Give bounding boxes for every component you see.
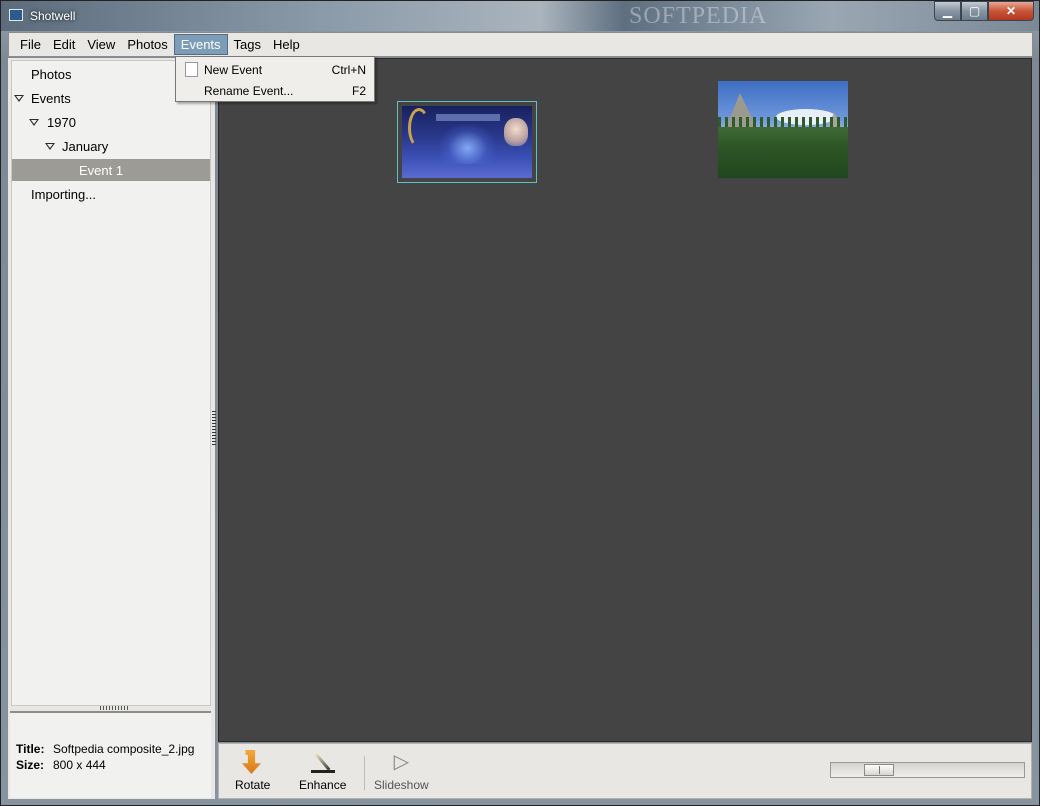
sidebar-resize-handle[interactable] (212, 411, 216, 447)
menu-file[interactable]: File (14, 34, 47, 55)
sidebar-item-january[interactable]: January (12, 135, 210, 157)
close-icon: ✕ (1005, 4, 1017, 18)
enhance-label: Enhance (299, 778, 347, 792)
info-size-key: Size: (16, 758, 45, 772)
photo-viewer[interactable] (218, 58, 1032, 742)
play-icon: ▷ (393, 751, 410, 773)
menu-item-label: New Event (204, 62, 263, 77)
rotate-button[interactable]: Rotate (235, 750, 270, 794)
zoom-slider[interactable] (830, 762, 1025, 778)
menu-item-rename-event[interactable]: Rename Event... F2 (177, 80, 373, 101)
tree-label: Event 1 (79, 162, 124, 178)
zoom-slider-thumb[interactable] (864, 764, 894, 776)
navigation-tree: Photos Events 1970 January Event 1 Impor… (11, 60, 211, 706)
info-title-line: Title: Softpedia composite_2.jpg (16, 741, 211, 757)
close-button[interactable]: ✕ (988, 1, 1034, 21)
expander-down-icon[interactable] (45, 143, 55, 150)
sidebar: Photos Events 1970 January Event 1 Impor… (8, 58, 215, 799)
info-size-line: Size: 800 x 444 (16, 757, 211, 773)
menu-item-new-event[interactable]: New Event Ctrl+N (177, 59, 373, 80)
menu-help[interactable]: Help (267, 34, 306, 55)
watermark: SOFTPEDIA (629, 3, 768, 29)
image-detail (718, 127, 848, 178)
image-detail (436, 114, 500, 121)
toolbar-separator (364, 756, 365, 790)
menu-edit[interactable]: Edit (47, 34, 81, 55)
pane-resize-handle[interactable] (100, 706, 130, 710)
menu-bar: File Edit View Photos Events Tags Help (8, 32, 1033, 57)
slideshow-label: Slideshow (374, 778, 429, 792)
rotate-label: Rotate (235, 778, 271, 792)
slideshow-button[interactable]: ▷ Slideshow (374, 750, 429, 794)
minimize-button[interactable]: ▁ (934, 1, 961, 21)
expander-down-icon[interactable] (14, 95, 24, 102)
info-title-value: Softpedia composite_2.jpg (53, 742, 195, 756)
thumbnail-image (402, 106, 532, 178)
tree-label: January (62, 138, 109, 154)
menu-view[interactable]: View (81, 34, 121, 55)
image-detail (408, 108, 430, 148)
menu-tags[interactable]: Tags (228, 34, 267, 55)
tree-label: Events (31, 90, 71, 106)
menu-photos[interactable]: Photos (121, 34, 173, 55)
tree-label: Photos (31, 66, 72, 82)
new-document-icon (185, 62, 198, 77)
expander-down-icon[interactable] (29, 119, 39, 126)
menu-events[interactable]: Events (173, 34, 228, 55)
sidebar-item-event-1[interactable]: Event 1 (12, 159, 210, 181)
photo-thumbnail-softpedia-composite[interactable] (397, 101, 537, 183)
shotwell-window: Shotwell SOFTPEDIA ▁ ▢ ✕ File Edit View … (0, 0, 1040, 806)
menu-item-shortcut: F2 (351, 83, 366, 98)
tree-label: 1970 (47, 114, 76, 130)
image-detail (440, 124, 495, 164)
image-detail (504, 118, 528, 146)
magic-wand-icon (310, 750, 335, 774)
maximize-button[interactable]: ▢ (961, 1, 988, 21)
window-title: Shotwell (30, 9, 76, 23)
events-menu-dropdown: New Event Ctrl+N Rename Event... F2 (175, 56, 375, 102)
photo-thumbnail-mountain-forest[interactable] (718, 81, 848, 178)
title-bar[interactable]: Shotwell SOFTPEDIA ▁ ▢ ✕ (1, 1, 1039, 31)
minimize-icon: ▁ (942, 4, 953, 18)
maximize-icon: ▢ (968, 4, 981, 18)
info-title-key: Title: (16, 742, 45, 756)
bottom-toolbar: Rotate Enhance ▷ Slideshow (218, 743, 1032, 799)
sidebar-item-1970[interactable]: 1970 (12, 111, 210, 133)
menu-item-shortcut: Ctrl+N (331, 62, 366, 77)
rotate-icon (241, 750, 262, 774)
photo-info-panel: Title: Softpedia composite_2.jpg Size: 800… (10, 711, 211, 798)
tree-label: Importing... (31, 186, 97, 202)
app-icon (9, 9, 23, 21)
sidebar-item-importing[interactable]: Importing... (12, 183, 210, 205)
menu-item-label: Rename Event... (204, 83, 294, 98)
info-size-value: 800 x 444 (53, 758, 106, 772)
enhance-button[interactable]: Enhance (299, 750, 346, 794)
